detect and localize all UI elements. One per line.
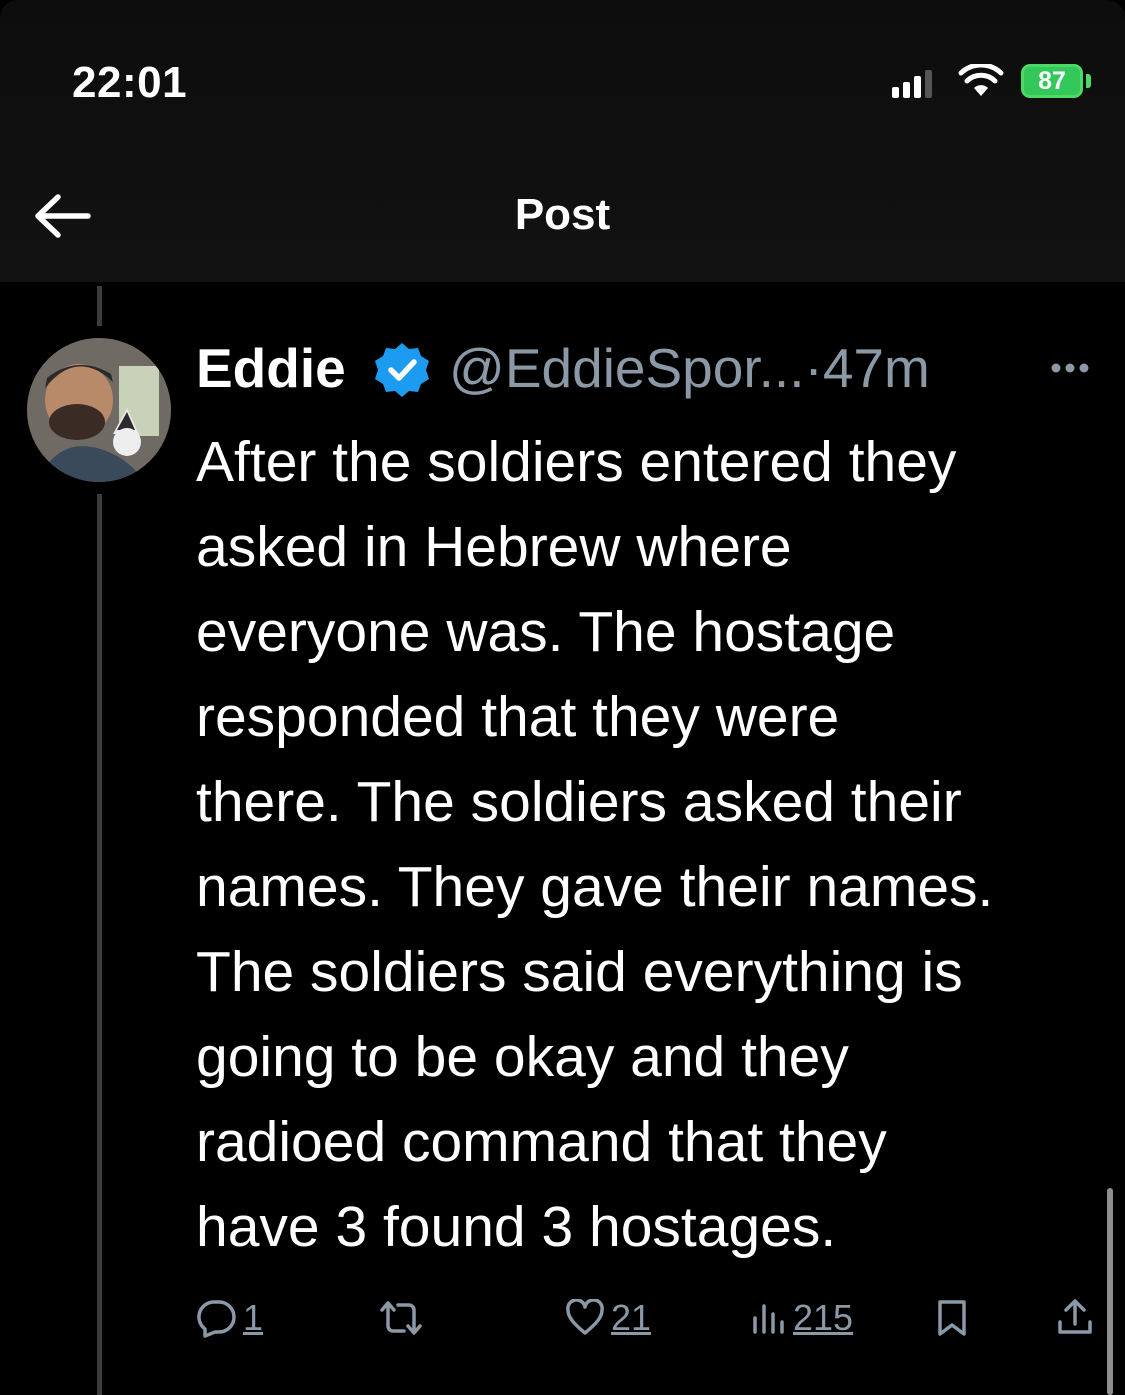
- battery-nub: [1086, 74, 1091, 88]
- bookmark-button[interactable]: [935, 1296, 969, 1340]
- views-count: 215: [793, 1297, 854, 1338]
- scrollbar[interactable]: [1107, 1188, 1113, 1395]
- handle-and-time[interactable]: @EddieSpor...·47m: [449, 336, 930, 400]
- battery-icon: 87: [1021, 64, 1083, 98]
- verified-badge-icon: [375, 343, 429, 397]
- separator: ·: [804, 337, 823, 399]
- views-button[interactable]: 215: [751, 1296, 853, 1340]
- more-icon[interactable]: [1045, 346, 1095, 386]
- like-count: 21: [611, 1297, 652, 1338]
- avatar[interactable]: [27, 338, 171, 482]
- signal-icon: [892, 70, 934, 98]
- thread-line-top: [97, 286, 102, 326]
- reply-icon: [197, 1300, 236, 1338]
- page-title: Post: [514, 190, 611, 239]
- display-name[interactable]: Eddie: [196, 336, 346, 400]
- views-icon: [753, 1304, 784, 1334]
- tweet-text: After the soldiers entered they asked in…: [196, 430, 994, 1259]
- battery-level: 87: [1038, 67, 1066, 95]
- top-bar: 22:01 87 Post: [0, 0, 1125, 282]
- share-icon: [1058, 1299, 1092, 1334]
- share-button[interactable]: [1056, 1296, 1094, 1340]
- reply-count: 1: [243, 1297, 264, 1338]
- reply-button[interactable]: 1: [195, 1296, 263, 1340]
- like-icon: [566, 1299, 604, 1335]
- wifi-icon: [958, 64, 1004, 96]
- avatar-image: [27, 338, 171, 482]
- bookmark-icon: [938, 1300, 966, 1336]
- like-button[interactable]: 21: [565, 1296, 651, 1340]
- timestamp: 47m: [822, 337, 930, 399]
- repost-button[interactable]: [378, 1296, 424, 1340]
- thread-line-bottom: [97, 494, 102, 1395]
- status-time: 22:01: [72, 58, 188, 107]
- handle: @EddieSpor...: [449, 337, 805, 399]
- repost-icon: [380, 1301, 422, 1335]
